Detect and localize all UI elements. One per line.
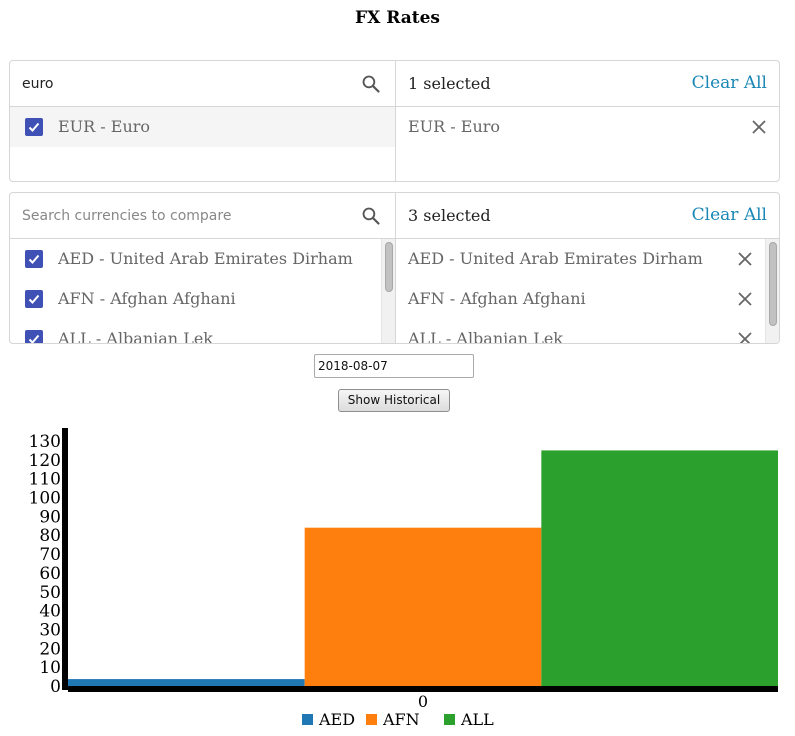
check-icon [28,294,40,304]
selected-item-label: AFN - Afghan Afghani [408,289,586,308]
base-result-item[interactable]: EUR - Euro [10,107,395,147]
scrollbar-thumb[interactable] [385,242,393,292]
y-tick-label: 110 [29,470,61,490]
y-tick-label: 120 [29,451,61,471]
compare-selected-column: 3 selected Clear All AED - United Arab E… [396,193,779,343]
compare-search-row [10,193,395,239]
y-tick-label: 90 [39,507,61,527]
y-tick-label: 30 [39,620,61,640]
base-result-list: EUR - Euro [10,107,395,181]
close-icon[interactable] [737,291,753,307]
compare-selected-list: AED - United Arab Emirates Dirham AFN - … [396,239,765,343]
legend-label-all: ALL [460,710,494,729]
bar-afn [304,527,542,686]
compare-result-item[interactable]: AED - United Arab Emirates Dirham [10,239,381,279]
compare-selected-header: 3 selected Clear All [396,193,779,239]
bar-all [541,450,778,686]
base-search-column: EUR - Euro [10,61,396,181]
selected-item-label: EUR - Euro [408,117,501,136]
selected-item: ALL - Albanian Lek [396,319,765,343]
clear-all-button[interactable]: Clear All [692,73,767,93]
check-icon [28,122,40,132]
x-tick-label: 0 [418,692,428,711]
clear-all-button[interactable]: Clear All [692,205,767,225]
y-tick-label: 80 [39,526,61,546]
compare-search-column: AED - United Arab Emirates Dirham AFN - … [10,193,396,343]
selected-item-label: AED - United Arab Emirates Dirham [408,249,703,268]
legend-label-afn: AFN [382,710,420,729]
compare-result-scrollbar[interactable] [381,239,395,343]
base-currency-picker: EUR - Euro 1 selected Clear All EUR - Eu… [9,60,780,182]
checkbox-checked[interactable] [25,330,43,343]
compare-result-label: ALL - Albanian Lek [58,329,213,343]
compare-result-item[interactable]: ALL - Albanian Lek [10,319,381,343]
close-icon[interactable] [737,331,753,343]
selected-item-label: ALL - Albanian Lek [408,329,563,343]
check-icon [28,334,40,343]
legend-swatch-aed [302,714,313,725]
search-icon[interactable] [361,206,381,226]
y-tick-label: 60 [39,564,61,584]
checkbox-checked[interactable] [25,250,43,268]
scrollbar-thumb[interactable] [769,242,777,326]
selected-item: EUR - Euro [396,107,779,147]
compare-result-list: AED - United Arab Emirates Dirham AFN - … [10,239,381,343]
y-tick-label: 40 [39,602,61,622]
compare-result-label: AFN - Afghan Afghani [58,289,236,308]
legend-label-aed: AED [318,710,355,729]
compare-result-item[interactable]: AFN - Afghan Afghani [10,279,381,319]
compare-currency-picker: AED - United Arab Emirates Dirham AFN - … [9,192,780,344]
y-tick-label: 50 [39,583,61,603]
legend-swatch-afn [366,714,377,725]
y-tick-label: 20 [39,639,61,659]
selected-count: 3 selected [408,206,491,225]
page-title: FX Rates [355,8,440,28]
base-search-input[interactable] [10,61,350,106]
base-result-label: EUR - Euro [58,117,151,136]
compare-result-label: AED - United Arab Emirates Dirham [58,249,353,268]
selected-item: AFN - Afghan Afghani [396,279,765,319]
fx-bar-chart: 01020304050607080901001101201300AED AFN AL… [29,428,778,729]
y-tick-label: 0 [50,677,61,697]
y-tick-label: 100 [29,489,61,509]
date-input[interactable] [314,354,474,378]
checkbox-checked[interactable] [25,290,43,308]
selected-item: AED - United Arab Emirates Dirham [396,239,765,279]
close-icon[interactable] [737,251,753,267]
check-icon [28,254,40,264]
close-icon[interactable] [751,119,767,135]
bar-aed [68,679,305,686]
show-historical-button[interactable]: Show Historical [338,389,450,412]
legend-swatch-all [444,714,455,725]
base-selected-list: EUR - Euro [396,107,779,181]
y-tick-label: 10 [39,658,61,678]
base-selected-header: 1 selected Clear All [396,61,779,107]
y-tick-label: 70 [39,545,61,565]
checkbox-checked[interactable] [25,118,43,136]
compare-search-input[interactable] [10,193,350,238]
search-icon[interactable] [361,74,381,94]
compare-selected-scrollbar[interactable] [765,239,779,343]
base-selected-column: 1 selected Clear All EUR - Euro [396,61,779,181]
base-search-row [10,61,395,107]
y-tick-label: 130 [29,432,61,452]
selected-count: 1 selected [408,74,491,93]
